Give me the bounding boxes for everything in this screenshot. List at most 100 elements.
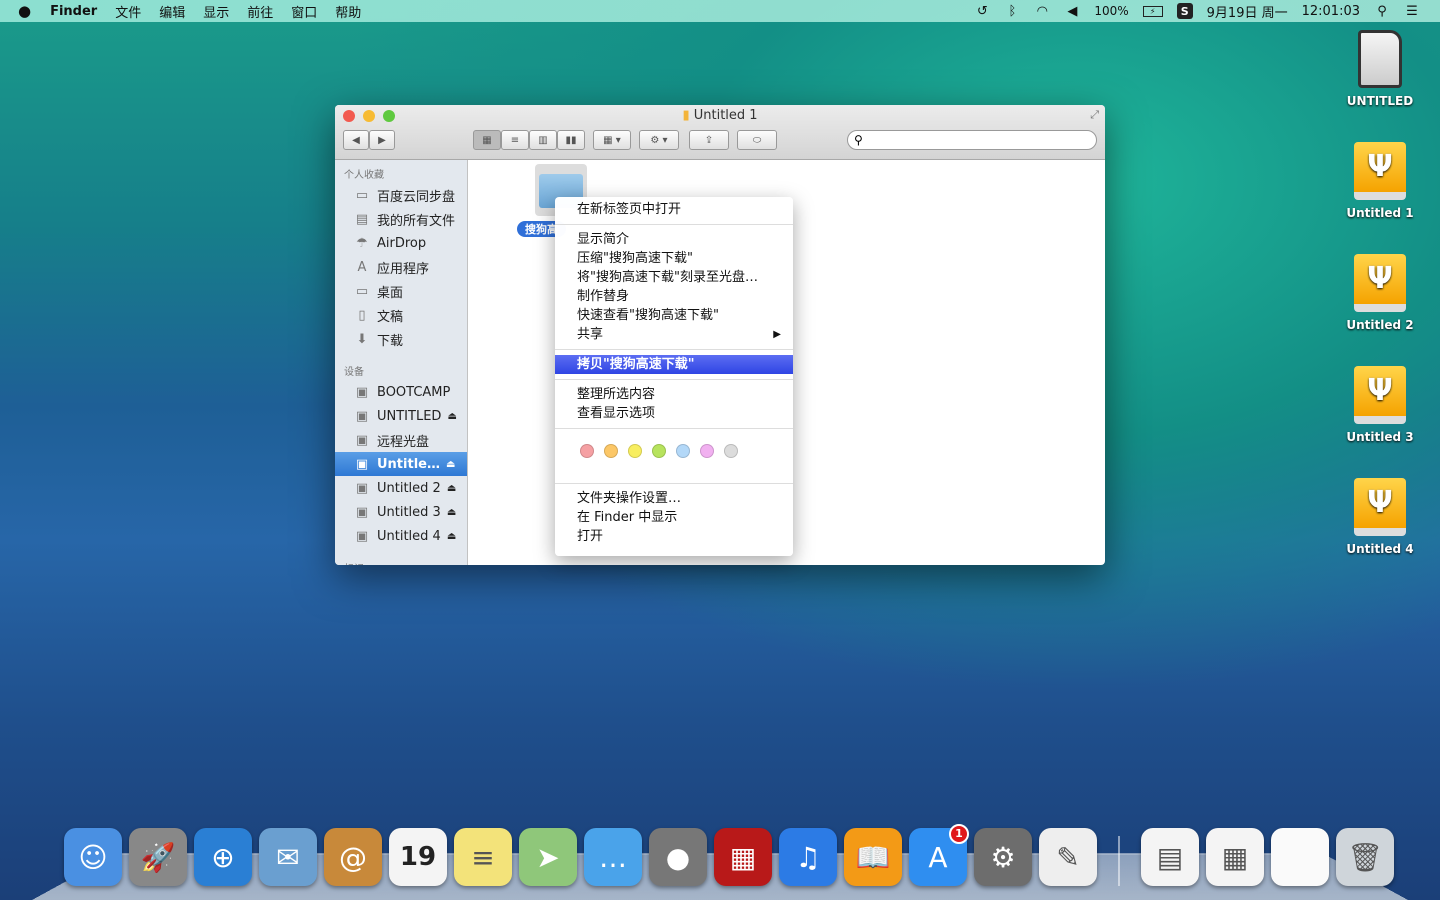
sidebar-item[interactable]: ☂ AirDrop <box>335 231 467 255</box>
context-menu-item[interactable]: 文件夹操作设置… <box>555 489 793 508</box>
menu-item[interactable]: 前往 <box>247 2 273 21</box>
tag-color-dot[interactable] <box>580 444 594 458</box>
dock-safari[interactable]: ⊕ <box>194 828 252 886</box>
menu-item[interactable]: 窗口 <box>291 2 317 21</box>
menu-date[interactable]: 9月19日 周一 <box>1207 2 1288 21</box>
dock-maps[interactable]: ➤ <box>519 828 577 886</box>
icon-view-button[interactable]: ▦ <box>473 130 501 150</box>
menu-item[interactable]: 显示 <box>203 2 229 21</box>
menu-item-label: 在新标签页中打开 <box>577 202 682 217</box>
tag-color-dot[interactable] <box>604 444 618 458</box>
dock-screenshots-stack[interactable]: ▦ <box>1206 828 1264 886</box>
context-menu-item[interactable]: 查看显示选项 <box>555 404 793 423</box>
dock-contacts[interactable]: @ <box>324 828 382 886</box>
tag-color-dot[interactable] <box>724 444 738 458</box>
arrange-button[interactable]: ▦ ▾ <box>593 130 631 150</box>
context-menu-item[interactable]: 在新标签页中打开 <box>555 200 793 219</box>
apple-menu-icon[interactable]: ● <box>18 2 31 20</box>
tag-color-dot[interactable] <box>628 444 642 458</box>
dock-messages[interactable]: … <box>584 828 642 886</box>
sidebar-item[interactable]: ▯ 文稿 <box>335 303 467 327</box>
menu-separator <box>555 379 793 380</box>
context-menu-item[interactable]: 压缩"搜狗高速下载" <box>555 249 793 268</box>
eject-icon[interactable]: ⏏ <box>447 507 456 518</box>
sidebar-item[interactable]: ▤ 我的所有文件 <box>335 207 467 231</box>
dock-app-store[interactable]: A1 <box>909 824 969 886</box>
desktop-drive[interactable]: Ψ Untitled 3 <box>1338 366 1422 444</box>
bluetooth-icon[interactable]: ᛒ <box>1004 3 1020 19</box>
fullscreen-icon[interactable]: ⤢ <box>1090 108 1099 122</box>
wifi-icon[interactable]: ◠ <box>1034 3 1050 19</box>
sidebar-device[interactable]: ▣ Untitle… ⏏ <box>335 452 467 476</box>
menu-clock[interactable]: 12:01:03 <box>1302 4 1360 19</box>
context-menu-item[interactable]: 将"搜狗高速下载"刻录至光盘… <box>555 268 793 287</box>
volume-icon[interactable]: ◀ <box>1064 3 1080 19</box>
battery-percent[interactable]: 100% <box>1094 4 1128 18</box>
context-menu-item[interactable]: 在 Finder 中显示 <box>555 508 793 527</box>
context-menu-item[interactable]: 整理所选内容 <box>555 385 793 404</box>
tag-color-dot[interactable] <box>676 444 690 458</box>
forward-button[interactable]: ▶ <box>369 130 395 150</box>
ibooks-icon: 📖 <box>855 840 891 874</box>
search-input[interactable]: ⚲ <box>847 130 1097 150</box>
sidebar-device[interactable]: ▣ Untitled 4 ⏏ <box>335 524 467 548</box>
tag-color-dot[interactable] <box>700 444 714 458</box>
tag-color-dot[interactable] <box>652 444 666 458</box>
dock-itunes[interactable]: ♫ <box>779 828 837 886</box>
list-view-button[interactable]: ≡ <box>501 130 529 150</box>
desktop-drive[interactable]: Ψ Untitled 4 <box>1338 478 1422 556</box>
sidebar-item[interactable]: ▭ 百度云同步盘 <box>335 183 467 207</box>
eject-icon[interactable]: ⏏ <box>447 531 456 542</box>
context-menu-item[interactable]: 显示简介 <box>555 230 793 249</box>
dock-system-preferences[interactable]: ⚙ <box>974 828 1032 886</box>
dock-downloads-stack[interactable] <box>1271 828 1329 886</box>
sidebar-device[interactable]: ▣ UNTITLED ⏏ <box>335 404 467 428</box>
sidebar-device[interactable]: ▣ Untitled 3 ⏏ <box>335 500 467 524</box>
back-button[interactable]: ◀ <box>343 130 369 150</box>
spotlight-search-icon[interactable]: ⚲ <box>1374 3 1390 19</box>
sidebar-item-label: 桌面 <box>377 285 404 301</box>
context-menu-item[interactable]: 打开 <box>555 527 793 546</box>
eject-icon[interactable]: ⏏ <box>447 483 456 494</box>
sidebar-item[interactable]: ▭ 桌面 <box>335 279 467 303</box>
dock-documents-stack[interactable]: ▤ <box>1141 828 1199 886</box>
dock-mail[interactable]: ✉ <box>259 828 317 886</box>
menu-item[interactable]: 编辑 <box>159 2 185 21</box>
dock-facetime[interactable]: ● <box>649 828 707 886</box>
share-button[interactable]: ⇪ <box>689 130 729 150</box>
action-gear-button[interactable]: ⚙ ▾ <box>639 130 679 150</box>
dock-textedit[interactable]: ✎ <box>1039 828 1097 886</box>
dock-launchpad[interactable]: 🚀 <box>129 828 187 886</box>
menu-app-name[interactable]: Finder <box>50 4 97 19</box>
eject-icon[interactable]: ⏏ <box>446 459 455 470</box>
sidebar-device[interactable]: ▣ Untitled 2 ⏏ <box>335 476 467 500</box>
textedit-icon: ✎ <box>1056 840 1080 874</box>
menu-item[interactable]: 文件 <box>115 2 141 21</box>
dock-notes[interactable]: ≡ <box>454 828 512 886</box>
dock-ibooks[interactable]: 📖 <box>844 828 902 886</box>
context-menu-item[interactable]: 共享 ▶ <box>555 325 793 344</box>
time-machine-icon[interactable]: ↺ <box>974 3 990 19</box>
tags-button[interactable]: ⬭ <box>737 130 777 150</box>
desktop-drive[interactable]: Ψ Untitled 2 <box>1338 254 1422 332</box>
menu-item[interactable]: 帮助 <box>335 2 361 21</box>
column-view-button[interactable]: ▥ <box>529 130 557 150</box>
eject-icon[interactable]: ⏏ <box>447 411 456 422</box>
sogou-input-icon[interactable]: S <box>1176 3 1193 19</box>
context-menu-item[interactable]: 拷贝"搜狗高速下载" <box>555 355 793 374</box>
dock-finder[interactable]: ☺ <box>64 828 122 886</box>
sidebar-item[interactable]: ⬇ 下载 <box>335 327 467 351</box>
dock-photo-booth[interactable]: ▦ <box>714 828 772 886</box>
context-menu-item[interactable]: 快速查看"搜狗高速下载" <box>555 306 793 325</box>
notification-center-icon[interactable]: ☰ <box>1404 3 1420 19</box>
sidebar-device[interactable]: ▣ BOOTCAMP <box>335 380 467 404</box>
sidebar-item[interactable]: A 应用程序 <box>335 255 467 279</box>
coverflow-view-button[interactable]: ▮▮ <box>557 130 585 150</box>
desktop-drive[interactable]: Ψ Untitled 1 <box>1338 142 1422 220</box>
dock-calendar[interactable]: 19 <box>389 828 447 886</box>
battery-icon[interactable]: ⚡ <box>1142 5 1163 17</box>
dock-trash[interactable]: 🗑 <box>1336 828 1394 886</box>
context-menu-item[interactable]: 制作替身 <box>555 287 793 306</box>
sidebar-device[interactable]: ▣ 远程光盘 <box>335 428 467 452</box>
desktop-drive[interactable]: UNTITLED <box>1338 30 1422 108</box>
